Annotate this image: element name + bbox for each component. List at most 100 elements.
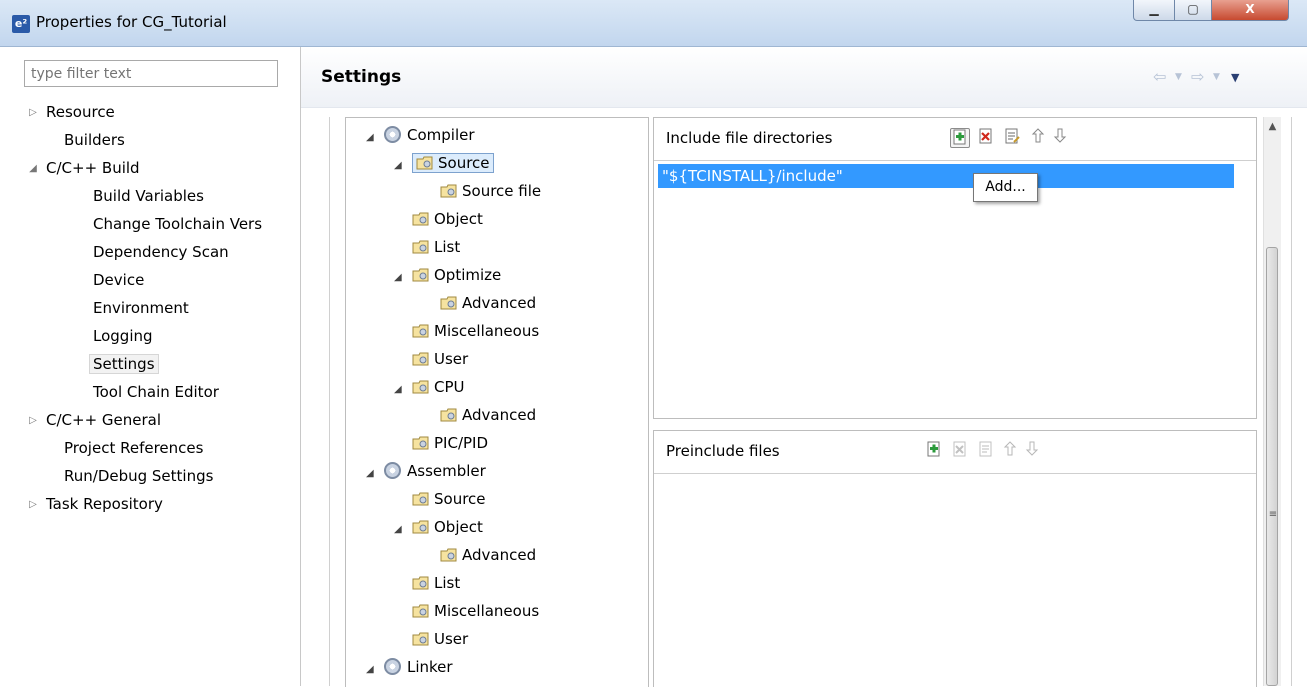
back-history-dropdown-icon[interactable]: ▼	[1175, 72, 1182, 82]
tree-item-assembler-list[interactable]: List	[412, 570, 460, 596]
move-up-icon[interactable]	[1028, 128, 1048, 148]
edit-icon[interactable]	[976, 441, 996, 461]
tree-item-linker[interactable]: Linker	[384, 654, 453, 680]
sidebar-item-label: Settings	[89, 354, 159, 374]
edit-icon[interactable]	[1002, 128, 1022, 148]
tree-item-label: PIC/PID	[434, 434, 489, 452]
panel-header: Include file directories	[654, 118, 1256, 161]
collapse-chevron-icon[interactable]: ◢	[394, 384, 402, 395]
grip-icon: ≡	[1268, 509, 1278, 520]
option-folder-icon	[412, 576, 429, 590]
sidebar-item-task-repository[interactable]: Task Repository	[46, 492, 163, 516]
move-down-icon[interactable]	[1050, 128, 1070, 148]
delete-icon[interactable]	[976, 128, 996, 148]
sidebar-item-resource[interactable]: Resource	[46, 100, 115, 124]
panel-header: Preinclude files	[654, 431, 1256, 474]
back-arrow-icon[interactable]: ⇦	[1153, 67, 1166, 86]
sidebar-item-label: Builders	[64, 131, 125, 149]
tree-item-label: Source	[434, 490, 486, 508]
forward-history-dropdown-icon[interactable]: ▼	[1213, 72, 1220, 82]
expand-chevron-icon[interactable]: ▷	[26, 499, 40, 510]
tree-item-assembler-miscellaneous[interactable]: Miscellaneous	[412, 598, 539, 624]
collapse-chevron-icon[interactable]: ◢	[366, 468, 374, 479]
tree-item-source-file[interactable]: Source file	[440, 178, 541, 204]
tree-item-compiler-object[interactable]: Object	[412, 206, 483, 232]
collapse-chevron-icon[interactable]: ◢	[26, 163, 40, 174]
sidebar-item-settings[interactable]: Settings	[89, 352, 159, 376]
forward-arrow-icon[interactable]: ⇨	[1191, 67, 1204, 86]
tree-item-assembler-object[interactable]: Object	[412, 514, 483, 540]
tree-item-assembler[interactable]: Assembler	[384, 458, 486, 484]
option-folder-icon	[412, 492, 429, 506]
tree-item-optimize[interactable]: Optimize	[412, 262, 501, 288]
collapse-chevron-icon[interactable]: ◢	[366, 664, 374, 675]
tree-item-label: Optimize	[434, 266, 502, 284]
tree-item-compiler[interactable]: Compiler	[384, 122, 475, 148]
sidebar-item-run-debug-settings[interactable]: Run/Debug Settings	[64, 464, 213, 488]
tree-item-cpu[interactable]: CPU	[412, 374, 465, 400]
close-button[interactable]: X	[1211, 0, 1289, 21]
sidebar-item-tool-chain-editor[interactable]: Tool Chain Editor	[93, 380, 219, 404]
sidebar-item-project-references[interactable]: Project References	[64, 436, 203, 460]
sidebar-item-dependency-scan[interactable]: Dependency Scan	[93, 240, 229, 264]
sidebar-item-change-toolchain[interactable]: Change Toolchain Vers	[93, 212, 262, 236]
vertical-scrollbar[interactable]: ▲ ≡	[1263, 117, 1281, 686]
tool-gear-icon	[384, 462, 401, 479]
panel-title: Include file directories	[666, 129, 833, 147]
tree-item-assembler-object-advanced[interactable]: Advanced	[440, 542, 536, 568]
tool-gear-icon	[384, 126, 401, 143]
sidebar-item-label: Project References	[64, 439, 204, 457]
option-folder-icon	[440, 408, 457, 422]
tree-item-assembler-source[interactable]: Source	[412, 486, 486, 512]
option-folder-icon	[412, 212, 429, 226]
sidebar-item-build-variables[interactable]: Build Variables	[93, 184, 204, 208]
option-folder-icon	[412, 268, 429, 282]
move-down-icon[interactable]	[1022, 441, 1042, 461]
tree-item-compiler-list[interactable]: List	[412, 234, 460, 260]
sidebar-item-device[interactable]: Device	[93, 268, 144, 292]
sidebar-item-label: C/C++ Build	[46, 159, 140, 177]
tooltip: Add...	[973, 173, 1038, 202]
minimize-button[interactable]: ▁	[1133, 0, 1175, 21]
scroll-up-arrow-icon[interactable]: ▲	[1264, 117, 1281, 137]
add-icon[interactable]	[924, 441, 944, 461]
sidebar-item-logging[interactable]: Logging	[93, 324, 153, 348]
option-folder-icon	[412, 352, 429, 366]
collapse-chevron-icon[interactable]: ◢	[366, 132, 374, 143]
sidebar-item-builders[interactable]: Builders	[64, 128, 125, 152]
sidebar-item-cc-build[interactable]: C/C++ Build	[46, 156, 140, 180]
maximize-button[interactable]: ▢	[1174, 0, 1212, 21]
add-icon[interactable]	[950, 128, 970, 148]
sidebar-item-environment[interactable]: Environment	[93, 296, 189, 320]
option-folder-icon	[440, 184, 457, 198]
filter-input[interactable]	[24, 60, 278, 87]
tree-item-label: User	[434, 630, 469, 648]
collapse-chevron-icon[interactable]: ◢	[394, 160, 402, 171]
tree-item-pic-pid[interactable]: PIC/PID	[412, 430, 488, 456]
tree-item-label: Assembler	[407, 462, 486, 480]
sidebar-item-label: Dependency Scan	[93, 243, 229, 261]
list-item[interactable]: "${TCINSTALL}/include"	[658, 164, 1234, 188]
tree-item-compiler-user[interactable]: User	[412, 346, 468, 372]
tool-settings-tree[interactable]: ◢ Compiler ◢ Source Source file Object L…	[345, 117, 649, 687]
tree-item-label: Advanced	[462, 406, 537, 424]
view-menu-icon[interactable]: ▼	[1231, 71, 1239, 84]
tree-item-assembler-user[interactable]: User	[412, 626, 468, 652]
expand-chevron-icon[interactable]: ▷	[26, 415, 40, 426]
window-title: Properties for CG_Tutorial	[36, 13, 227, 31]
tree-item-compiler-source[interactable]: Source	[412, 150, 494, 176]
tree-item-optimize-advanced[interactable]: Advanced	[440, 290, 536, 316]
collapse-chevron-icon[interactable]: ◢	[394, 524, 402, 535]
delete-icon[interactable]	[950, 441, 970, 461]
option-folder-icon	[412, 632, 429, 646]
tree-item-cpu-advanced[interactable]: Advanced	[440, 402, 536, 428]
tree-item-compiler-miscellaneous[interactable]: Miscellaneous	[412, 318, 539, 344]
sidebar-item-cc-general[interactable]: C/C++ General	[46, 408, 161, 432]
scrollbar-thumb[interactable]: ≡	[1266, 247, 1278, 686]
tree-item-label: Advanced	[462, 546, 537, 564]
move-up-icon[interactable]	[1000, 441, 1020, 461]
sidebar-item-label: C/C++ General	[46, 411, 162, 429]
tree-item-label: User	[434, 350, 469, 368]
expand-chevron-icon[interactable]: ▷	[26, 107, 40, 118]
collapse-chevron-icon[interactable]: ◢	[394, 272, 402, 283]
